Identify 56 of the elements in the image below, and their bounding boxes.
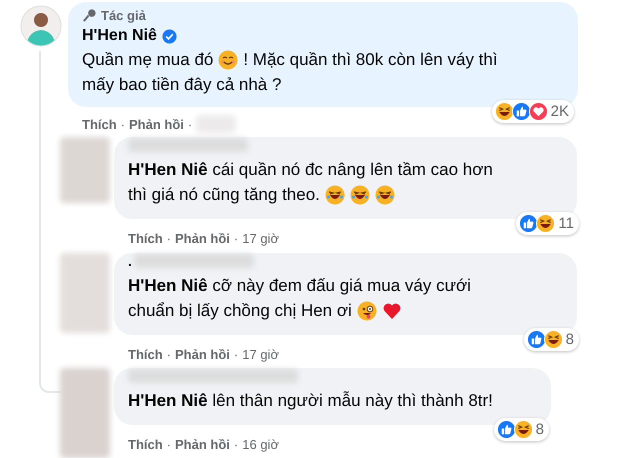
laughing-reaction-icon [536, 214, 556, 233]
love-reaction-icon [528, 102, 548, 121]
comment-text: thì giá nó cũng tăng theo. [128, 184, 320, 206]
avatar[interactable] [20, 5, 62, 47]
separator-dot: · [234, 436, 238, 452]
like-reaction-icon [526, 330, 546, 349]
separator-dot: · [166, 346, 172, 362]
reaction-count: 8 [536, 421, 544, 438]
separator-dot: · [120, 116, 126, 132]
action-link[interactable]: Phản hồi [129, 116, 184, 132]
action-link[interactable]: Thích [128, 436, 163, 452]
timestamp: 17 giờ [242, 346, 279, 362]
reaction-count: 8 [566, 331, 574, 348]
action-link[interactable]: Phản hồi [175, 436, 230, 452]
action-link[interactable]: Phản hồi [175, 230, 230, 246]
reaction-count: 11 [558, 215, 574, 232]
commenter-name[interactable]: . [128, 253, 132, 269]
timestamp: 16 giờ [242, 436, 279, 452]
laughing-tears-icon [324, 184, 345, 204]
reaction-summary[interactable]: 2K [492, 100, 574, 123]
laughing-reaction-icon [494, 102, 514, 121]
reaction-summary[interactable]: 8 [524, 328, 579, 351]
comment-text: H'Hen Niê cái quần nó đc nâng lên tầm cao hơn [128, 159, 493, 181]
separator-dot: · [166, 230, 172, 246]
action-link[interactable]: Thích [128, 230, 163, 246]
laughing-reaction-icon [514, 420, 533, 439]
separator-dot: · [188, 116, 192, 132]
separator-dot: · [234, 346, 238, 362]
comment-text: chuẩn bị lấy chồng chị Hen ơi [128, 300, 352, 322]
comment-text: ! Mặc quần thì 80k còn lên váy thì [243, 49, 498, 71]
action-link[interactable]: Thích [128, 346, 163, 362]
comment-text: Quần mẹ mua đó [82, 49, 214, 71]
heart-icon [382, 300, 402, 320]
laughing-tears-icon [374, 184, 395, 204]
like-reaction-icon [519, 214, 538, 233]
like-reaction-icon [512, 102, 531, 121]
winking-tongue-icon [356, 300, 377, 320]
author-label: Tác giả [101, 8, 146, 23]
author-name[interactable]: H'Hen Niê [82, 27, 157, 45]
action-link[interactable]: Phản hồi [175, 346, 230, 362]
comment-text: H'Hen Niê lên thân người mẫu này thì thành 8tr! [128, 390, 493, 412]
reaction-summary[interactable]: 11 [516, 212, 579, 235]
reaction-count: 2K [550, 103, 569, 120]
laughing-reaction-icon [544, 330, 563, 349]
timestamp: 17 giờ [242, 230, 279, 246]
action-link[interactable]: Thích [82, 116, 117, 132]
comment-text: H'Hen Niê cỡ này đem đấu giá mua váy cưới [128, 275, 471, 297]
separator-dot: · [234, 230, 238, 246]
blurred-avatar [60, 137, 110, 203]
reaction-summary[interactable]: 8 [494, 418, 549, 441]
smiling-face-icon [218, 50, 238, 70]
separator-dot: · [166, 436, 172, 452]
like-reaction-icon [496, 420, 516, 439]
laughing-tears-icon [350, 184, 370, 204]
comment-text: mấy bao tiền đây cả nhà ? [82, 74, 282, 96]
microphone-icon [82, 8, 97, 23]
